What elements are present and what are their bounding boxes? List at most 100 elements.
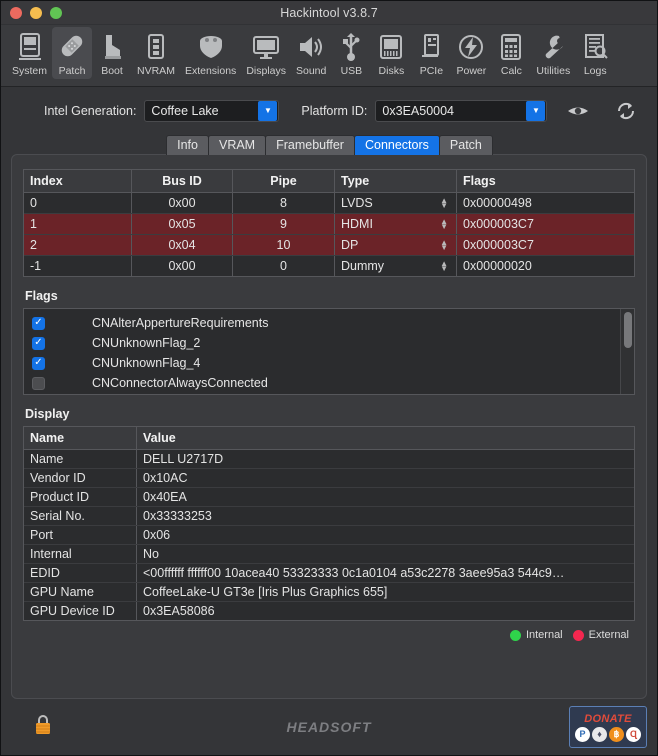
list-item[interactable]: ✓ CNUnknownFlag_4	[24, 353, 620, 373]
table-row[interactable]: 2 0x04 10 DP ▲ ▼ 0x000003C7	[24, 235, 634, 256]
monero-icon[interactable]: Ɋ	[626, 726, 641, 742]
platform-controls-row: Intel Generation: Coffee Lake ▼ Platform…	[11, 87, 647, 135]
flags-section-title: Flags	[25, 289, 58, 303]
cell-type[interactable]: DP ▲ ▼	[335, 235, 457, 255]
tab-framebuffer[interactable]: Framebuffer	[265, 135, 355, 155]
column-header-type[interactable]: Type	[335, 170, 457, 192]
toolbar-item-power[interactable]: Power	[451, 27, 491, 79]
scrollbar-thumb[interactable]	[623, 312, 632, 348]
toolbar-item-label: NVRAM	[137, 65, 175, 77]
checkbox-icon[interactable]: ✓	[32, 356, 45, 370]
platform-id-select[interactable]: 0x3EA50004 ▼	[375, 100, 548, 122]
checkbox-icon[interactable]	[32, 376, 45, 390]
intel-generation-select[interactable]: Coffee Lake ▼	[144, 100, 280, 122]
tab-info[interactable]: Info	[166, 135, 209, 155]
toolbar-item-sound[interactable]: Sound	[291, 27, 331, 79]
monitor-icon	[251, 30, 281, 64]
table-row[interactable]: GPU Device ID 0x3EA58086	[24, 602, 634, 620]
cell-value: CoffeeLake-U GT3e [Iris Plus Graphics 65…	[143, 585, 388, 599]
cell-flags: 0x000003C7	[463, 238, 534, 252]
list-item[interactable]: ✓ CNAlterAppertureRequirements	[24, 313, 620, 333]
table-row[interactable]: Product ID 0x40EA	[24, 488, 634, 507]
column-header-flags[interactable]: Flags	[457, 170, 634, 192]
toolbar-item-nvram[interactable]: NVRAM	[132, 27, 180, 79]
table-row[interactable]: EDID <00ffffff ffffff00 10acea40 5332333…	[24, 564, 634, 583]
checkbox-icon[interactable]: ✓	[32, 316, 45, 330]
cell-pipe: 8	[233, 193, 335, 213]
display-section-title: Display	[25, 407, 70, 421]
eye-icon[interactable]	[563, 103, 593, 119]
table-row[interactable]: Name DELL U2717D	[24, 450, 634, 469]
column-header-bus-id[interactable]: Bus ID	[132, 170, 233, 192]
paypal-icon[interactable]: P	[575, 726, 590, 742]
toolbar-item-label: Sound	[296, 65, 327, 77]
cell-type[interactable]: LVDS ▲ ▼	[335, 193, 457, 213]
toolbar-item-label: Logs	[583, 65, 607, 77]
boot-icon	[99, 30, 125, 64]
toolbar-item-calc[interactable]: Calc	[491, 27, 531, 79]
table-row[interactable]: 0 0x00 8 LVDS ▲ ▼ 0x00000498	[24, 193, 634, 214]
memory-icon	[143, 30, 169, 64]
chevron-down-icon[interactable]: ▼	[526, 101, 546, 121]
wrench-icon	[538, 30, 568, 64]
ethereum-icon[interactable]: ♦	[592, 726, 607, 742]
platform-id-value: 0x3EA50004	[382, 104, 455, 118]
connectors-table-header: Index Bus ID Pipe Type Flags	[24, 170, 634, 193]
cell-name: Vendor ID	[24, 469, 137, 487]
column-header-name[interactable]: Name	[24, 427, 137, 449]
stepper-icon[interactable]: ▲ ▼	[440, 260, 450, 273]
cell-name: Name	[24, 450, 137, 468]
column-header-pipe[interactable]: Pipe	[233, 170, 335, 192]
tab-connectors[interactable]: Connectors	[353, 135, 440, 155]
toolbar-item-system[interactable]: System	[7, 27, 52, 79]
column-header-index[interactable]: Index	[24, 170, 132, 192]
stepper-icon[interactable]: ▲ ▼	[440, 218, 450, 231]
cell-flags: 0x00000498	[463, 196, 532, 210]
cell-value: <00ffffff ffffff00 10acea40 53323333 0c1…	[143, 566, 565, 580]
toolbar-item-utilities[interactable]: Utilities	[531, 27, 575, 79]
external-color-dot	[572, 629, 584, 641]
toolbar-item-disks[interactable]: Disks	[371, 27, 411, 79]
table-row[interactable]: Vendor ID 0x10AC	[24, 469, 634, 488]
cell-index: 1	[24, 214, 132, 234]
cell-value: 0x40EA	[143, 490, 187, 504]
stepper-icon[interactable]: ▲ ▼	[440, 239, 450, 252]
flags-scrollbar[interactable]	[620, 309, 634, 394]
cell-name: Product ID	[24, 488, 137, 506]
cell-name: GPU Device ID	[24, 602, 137, 620]
donate-button[interactable]: DONATE P ♦ ฿ Ɋ	[569, 706, 647, 748]
list-item[interactable]: ✓ CNUnknownFlag_2	[24, 333, 620, 353]
table-row[interactable]: Serial No. 0x33333253	[24, 507, 634, 526]
cell-index: -1	[24, 256, 132, 276]
table-row[interactable]: Port 0x06	[24, 526, 634, 545]
tab-patch[interactable]: Patch	[438, 135, 493, 155]
toolbar-item-patch[interactable]: Patch	[52, 27, 93, 79]
table-row[interactable]: -1 0x00 0 Dummy ▲ ▼ 0x00000020	[24, 256, 634, 276]
bitcoin-icon[interactable]: ฿	[609, 726, 624, 742]
checkbox-icon[interactable]: ✓	[32, 336, 45, 350]
column-header-value[interactable]: Value	[137, 427, 634, 449]
table-row[interactable]: GPU Name CoffeeLake-U GT3e [Iris Plus Gr…	[24, 583, 634, 602]
cell-bus-id: 0x00	[132, 193, 233, 213]
flag-label: CNUnknownFlag_2	[92, 336, 201, 350]
toolbar-item-displays[interactable]: Displays	[241, 27, 291, 79]
tab-bar: Info VRAM Framebuffer Connectors Patch	[11, 135, 647, 155]
status-bar: HEADSOFT DONATE P ♦ ฿ Ɋ	[1, 699, 657, 755]
cell-name: Internal	[24, 545, 137, 563]
cell-index: 2	[24, 235, 132, 255]
list-item[interactable]: CNConnectorAlwaysConnected	[24, 373, 620, 393]
donate-methods: P ♦ ฿ Ɋ	[575, 726, 641, 742]
tab-vram[interactable]: VRAM	[207, 135, 267, 155]
table-row[interactable]: Internal No	[24, 545, 634, 564]
toolbar-item-pcie[interactable]: PCIe	[411, 27, 451, 79]
table-row[interactable]: 1 0x05 9 HDMI ▲ ▼ 0x000003C7	[24, 214, 634, 235]
toolbar-item-extensions[interactable]: Extensions	[180, 27, 241, 79]
toolbar-item-boot[interactable]: Boot	[92, 27, 132, 79]
toolbar-item-logs[interactable]: Logs	[575, 27, 615, 79]
chevron-down-icon[interactable]: ▼	[258, 101, 278, 121]
toolbar-item-usb[interactable]: USB	[331, 27, 371, 79]
cell-type[interactable]: HDMI ▲ ▼	[335, 214, 457, 234]
cell-type[interactable]: Dummy ▲ ▼	[335, 256, 457, 276]
stepper-icon[interactable]: ▲ ▼	[440, 197, 450, 210]
refresh-icon[interactable]	[611, 100, 641, 122]
